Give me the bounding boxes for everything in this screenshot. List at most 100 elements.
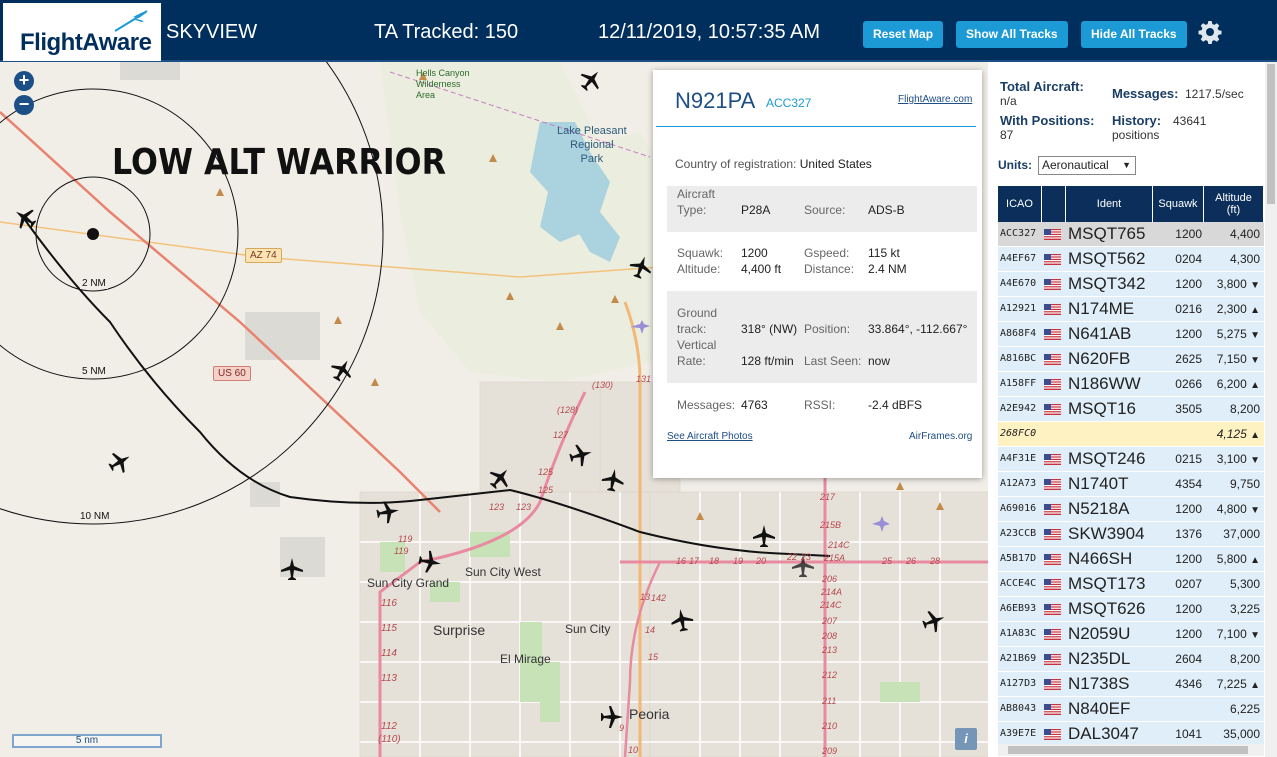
table-row[interactable]: ACCE4C MSQT173 0207 5,300 <box>998 572 1264 597</box>
table-row[interactable]: A4EF67 MSQT562 0204 4,300 <box>998 247 1264 272</box>
altitude-trend-icon: ▼ <box>1250 330 1260 341</box>
row-ident: N466SH <box>1068 549 1133 568</box>
row-squawk: 2625 <box>1175 352 1202 366</box>
row-squawk: 3505 <box>1175 402 1202 416</box>
aircraft-icon[interactable] <box>575 64 607 96</box>
aircraft-icon[interactable] <box>281 558 303 580</box>
row-squawk: 0215 <box>1175 452 1202 466</box>
table-horizontal-scrollbar[interactable] <box>998 744 1264 756</box>
row-icao: A4F31E <box>1000 453 1037 464</box>
aircraft-icon[interactable] <box>600 467 626 493</box>
aircraft-icon[interactable] <box>326 354 358 386</box>
source-value: ADS-B <box>868 203 905 217</box>
route-number: 127 <box>553 430 569 440</box>
show-all-tracks-button[interactable]: Show All Tracks <box>956 21 1068 48</box>
table-row[interactable]: 268FC0 4,125 ▲ <box>998 422 1264 447</box>
ring-label-2nm: 2 NM <box>80 278 108 289</box>
col-header-icao[interactable]: ICAO <box>998 186 1042 222</box>
row-altitude: 4,400 <box>1204 222 1260 246</box>
vertical-rate-value: 128 ft/min <box>741 354 794 368</box>
table-row[interactable]: A4F31E MSQT246 0215 3,100 ▼ <box>998 447 1264 472</box>
units-select[interactable]: Aeronautical ▼ <box>1038 156 1136 175</box>
messages-rate-value: 1217.5/sec <box>1185 87 1244 101</box>
route-number: 213 <box>822 645 838 655</box>
aircraft-icon[interactable] <box>417 549 443 575</box>
table-row[interactable]: A816BC N620FB 2625 7,150 ▼ <box>998 347 1264 372</box>
table-row[interactable]: A69016 N5218A 1200 4,800 ▼ <box>998 497 1264 522</box>
table-row[interactable]: A12A73 N1740T 4354 9,750 <box>998 472 1264 497</box>
row-icao: ACC327 <box>1000 228 1037 239</box>
col-header-ident[interactable]: Ident <box>1066 186 1153 222</box>
us-flag-icon <box>1044 354 1061 365</box>
history-value: 43641 <box>1173 114 1207 128</box>
row-ident: N186WW <box>1068 374 1141 393</box>
aircraft-detail-popup: N921PA ACC327 FlightAware.com Country of… <box>653 70 982 478</box>
table-row[interactable]: A127D3 N1738S 4346 7,225 ▲ <box>998 672 1264 697</box>
aircraft-icon[interactable] <box>753 525 775 547</box>
row-altitude: 7,150 ▼ <box>1204 347 1260 371</box>
hide-all-tracks-button[interactable]: Hide All Tracks <box>1081 21 1187 48</box>
col-header-squawk[interactable]: Squawk <box>1153 186 1204 222</box>
route-number: 14 <box>645 625 656 635</box>
units-selected-value: Aeronautical <box>1042 158 1109 172</box>
row-altitude-value: 3,100 <box>1216 452 1247 466</box>
row-altitude-value: 6,225 <box>1229 702 1260 716</box>
row-squawk: 4346 <box>1175 677 1202 691</box>
flightaware-link[interactable]: FlightAware.com <box>898 94 972 105</box>
aircraft-icon[interactable] <box>567 441 595 469</box>
table-row[interactable]: A23CCB SKW3904 1376 37,000 <box>998 522 1264 547</box>
squawk-value: 1200 <box>741 246 768 260</box>
row-icao: A69016 <box>1000 503 1037 514</box>
scrollbar-thumb[interactable] <box>1008 746 1248 754</box>
with-positions-value: 87 <box>1000 128 1014 142</box>
flightaware-logo[interactable]: FlightAware <box>3 3 161 61</box>
table-row[interactable]: A21B69 N235DL 2604 8,200 <box>998 647 1264 672</box>
table-row[interactable]: ACC327 MSQT765 1200 4,400 <box>998 222 1264 247</box>
table-row[interactable]: A868F4 N641AB 1200 5,275 ▼ <box>998 322 1264 347</box>
aircraft-icon[interactable] <box>626 252 656 282</box>
gear-icon[interactable] <box>1198 20 1222 44</box>
table-row[interactable]: A2E942 MSQT16 3505 8,200 <box>998 397 1264 422</box>
rssi-value: -2.4 dBFS <box>868 398 923 412</box>
table-row[interactable]: A4E670 MSQT342 1200 3,800 ▼ <box>998 272 1264 297</box>
map-info-button[interactable]: i <box>955 728 977 750</box>
route-number: 26 <box>906 556 917 566</box>
aircraft-icon[interactable] <box>919 606 949 636</box>
row-altitude-value: 4,400 <box>1229 227 1260 241</box>
aircraft-icon[interactable] <box>484 462 516 494</box>
row-icao: A2E942 <box>1000 403 1037 414</box>
table-row[interactable]: AB8043 N840EF 6,225 <box>998 697 1264 722</box>
table-row[interactable]: A6EB93 MSQT626 1200 3,225 <box>998 597 1264 622</box>
us-flag-icon <box>1044 504 1061 515</box>
aircraft-icon[interactable] <box>375 499 401 525</box>
route-number: 131 <box>636 374 652 384</box>
vertical-rate-label: Vertical Rate: <box>677 338 717 368</box>
row-squawk: 1200 <box>1175 602 1202 616</box>
route-number: 209 <box>822 746 838 756</box>
col-header-altitude[interactable]: Altitude (ft) <box>1204 186 1264 222</box>
map-scale-bar: 5 nm <box>12 734 162 748</box>
table-row[interactable]: A158FF N186WW 0266 6,200 ▲ <box>998 372 1264 397</box>
row-ident: N2059U <box>1068 624 1131 643</box>
aircraft-icon[interactable] <box>9 202 41 234</box>
airframes-link[interactable]: AirFrames.org <box>909 431 972 442</box>
aircraft-icon[interactable] <box>669 607 695 633</box>
route-number: 115 <box>381 623 397 634</box>
popup-ident: N921PA <box>675 88 756 113</box>
zoom-out-button[interactable]: − <box>14 95 34 115</box>
us-flag-icon <box>1044 279 1061 290</box>
table-row[interactable]: A5B17D N466SH 1200 5,800 ▲ <box>998 547 1264 572</box>
row-icao: A23CCB <box>1000 528 1037 539</box>
reset-map-button[interactable]: Reset Map <box>863 21 944 48</box>
row-squawk <box>1154 697 1202 721</box>
route-number: 16 <box>676 556 687 566</box>
aircraft-icon[interactable] <box>104 446 136 478</box>
table-row[interactable]: A12921 N174ME 0216 2,300 ▲ <box>998 297 1264 322</box>
aircraft-photos-link[interactable]: See Aircraft Photos <box>667 431 753 442</box>
popup-country: Country of registration: United States <box>675 157 872 171</box>
zoom-in-button[interactable]: + <box>14 71 34 91</box>
panel-vertical-scrollbar[interactable] <box>1265 62 1277 757</box>
table-row[interactable]: A1A83C N2059U 1200 7,100 ▼ <box>998 622 1264 647</box>
route-number: 125 <box>538 485 554 495</box>
scrollbar-thumb[interactable] <box>1267 64 1275 204</box>
